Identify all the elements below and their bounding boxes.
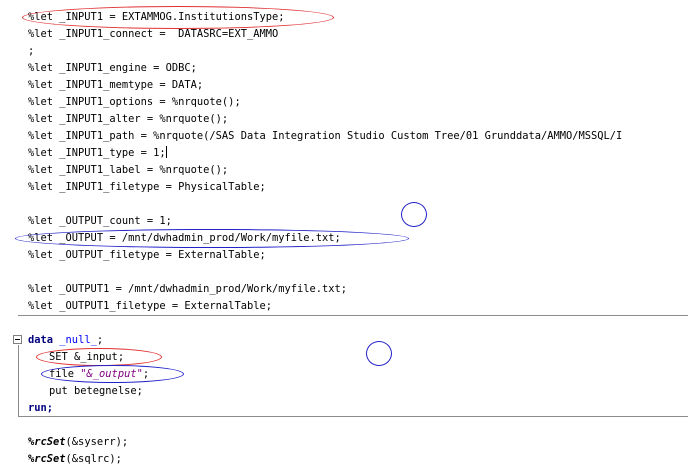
code-line-3[interactable]: ; — [28, 43, 34, 60]
block-separator-bottom — [18, 416, 688, 417]
block-separator-top — [18, 315, 688, 316]
code-line-6[interactable]: %let _INPUT1_options = %nrquote(); — [28, 94, 241, 111]
dataset-name: _null_ — [59, 334, 97, 346]
code-line-13[interactable]: %let _OUTPUT_count = 1; — [28, 213, 172, 230]
circle-marker-1 — [401, 202, 427, 227]
set-statement-line[interactable]: SET &_input; — [49, 349, 124, 366]
code-line-4[interactable]: %let _INPUT1_engine = ODBC; — [28, 60, 197, 77]
file-keyword: file — [49, 368, 81, 380]
block-bracket — [18, 345, 19, 416]
code-line-17[interactable]: %let _OUTPUT1 = /mnt/dwhadmin_prod/Work/… — [28, 281, 347, 298]
data-step-semicolon: ; — [96, 334, 104, 346]
rcset-syserr-line[interactable]: %rcSet(&syserr); — [28, 434, 128, 451]
put-statement-line[interactable]: put betegnelse; — [49, 383, 143, 400]
circle-marker-2 — [366, 341, 392, 366]
rcset-args-1: (&syserr); — [65, 436, 129, 448]
file-statement-line[interactable]: file "&_output"; — [49, 366, 149, 383]
code-line-9[interactable]: %let _INPUT1_type = 1; — [28, 145, 167, 162]
text-cursor — [165, 146, 167, 158]
data-step-line[interactable]: data _null_; — [28, 332, 103, 349]
code-line-1[interactable]: %let _INPUT1 = EXTAMMOG.InstitutionsType… — [28, 9, 284, 26]
data-keyword: data — [28, 334, 54, 346]
code-editor[interactable]: %let _INPUT1 = EXTAMMOG.InstitutionsType… — [0, 0, 688, 465]
run-statement-line[interactable]: run; — [28, 400, 53, 417]
collapse-toggle-icon[interactable] — [13, 335, 22, 344]
code-line-8[interactable]: %let _INPUT1_path = %nrquote(/SAS Data I… — [28, 128, 622, 145]
code-line-14[interactable]: %let _OUTPUT = /mnt/dwhadmin_prod/Work/m… — [28, 230, 341, 247]
rcset-macro-2: %rcSet — [28, 453, 66, 465]
code-line-11[interactable]: %let _INPUT1_filetype = PhysicalTable; — [28, 179, 266, 196]
code-line-7[interactable]: %let _INPUT1_alter = %nrquote(); — [28, 111, 228, 128]
file-statement-semicolon: ; — [142, 368, 150, 380]
code-line-2[interactable]: %let _INPUT1_connect = DATASRC=EXT_AMMO — [28, 26, 278, 43]
rcset-macro-1: %rcSet — [28, 436, 66, 448]
code-line-9-text: %let _INPUT1_type = 1; — [28, 147, 166, 159]
code-line-15[interactable]: %let _OUTPUT_filetype = ExternalTable; — [28, 247, 266, 264]
code-line-18[interactable]: %let _OUTPUT1_filetype = ExternalTable; — [28, 298, 272, 315]
file-path-string: "&_output" — [80, 368, 143, 380]
code-line-5[interactable]: %let _INPUT1_memtype = DATA; — [28, 77, 203, 94]
code-line-10[interactable]: %let _INPUT1_label = %nrquote(); — [28, 162, 228, 179]
rcset-args-2: (&sqlrc); — [65, 453, 122, 465]
